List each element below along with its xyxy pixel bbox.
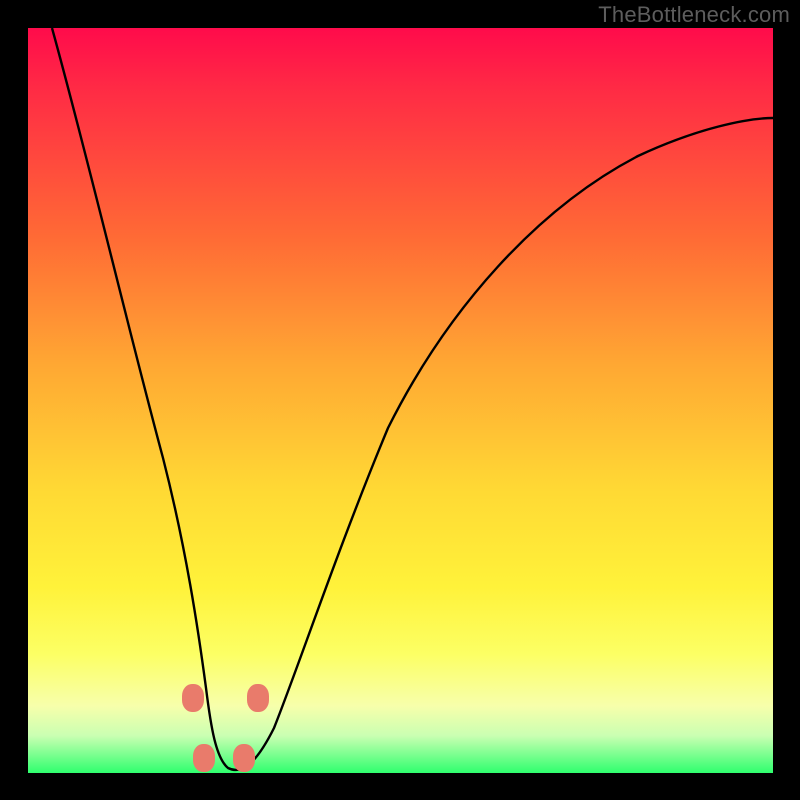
curve-marker bbox=[193, 744, 215, 772]
bottleneck-curve bbox=[28, 28, 773, 773]
curve-marker bbox=[247, 684, 269, 712]
curve-path bbox=[52, 28, 773, 770]
curve-marker bbox=[182, 684, 204, 712]
curve-marker bbox=[233, 744, 255, 772]
chart-plot-area bbox=[28, 28, 773, 773]
watermark-text: TheBottleneck.com bbox=[598, 2, 790, 28]
